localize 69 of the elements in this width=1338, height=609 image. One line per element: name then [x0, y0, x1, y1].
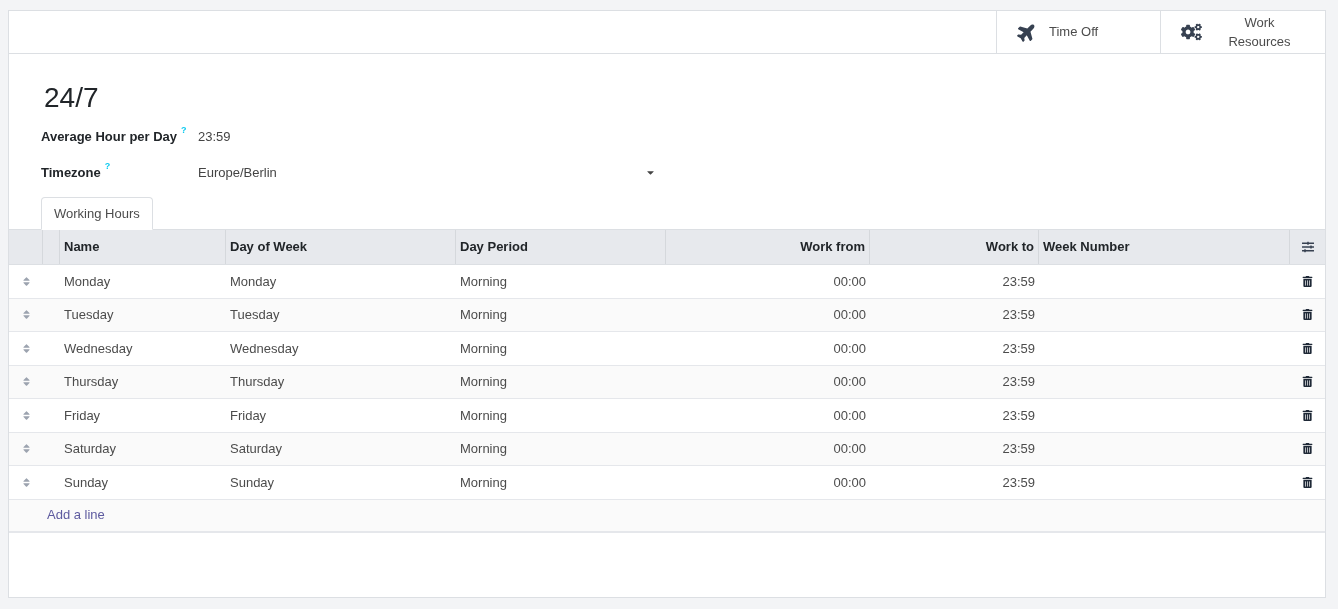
- table-cell-text: Morning: [459, 339, 508, 358]
- drag-handle-icon[interactable]: [20, 476, 32, 488]
- delete-icon[interactable]: [1301, 409, 1313, 421]
- column-header[interactable]: Work to: [870, 230, 1039, 264]
- table-row[interactable]: Saturday Saturday Morning 00:00 23:59: [9, 432, 1325, 466]
- column-header[interactable]: Day Period: [456, 230, 666, 264]
- table-cell-text: Morning: [459, 306, 508, 324]
- table-cell-text: Friday: [229, 406, 268, 425]
- table-cell-text: Sunday: [63, 473, 110, 492]
- table-cell-text: Wednesday: [63, 339, 134, 358]
- table-cell-text: Morning: [459, 373, 508, 391]
- tab[interactable]: Working Hours: [41, 197, 153, 230]
- table-cell-text: 00:00: [832, 272, 867, 291]
- table-cell-text: 23:59: [1001, 272, 1036, 291]
- table-cell-text: Morning: [459, 473, 508, 492]
- table-cell-text: 00:00: [832, 339, 867, 358]
- smart-button[interactable]: Work Resources: [1160, 11, 1325, 53]
- table-cell-text: Tuesday: [229, 306, 281, 324]
- table-cell-text: 23:59: [1001, 440, 1036, 458]
- table-cell-text: 00:00: [832, 406, 867, 425]
- table-cell-text: Saturday: [63, 440, 118, 458]
- gears-icon: [1181, 21, 1202, 43]
- table-cell-text: Sunday: [229, 473, 276, 492]
- delete-icon[interactable]: [1301, 342, 1313, 354]
- drag-handle-icon[interactable]: [20, 443, 32, 455]
- table-cell-text: Morning: [459, 272, 508, 291]
- add-line-link[interactable]: Add a line: [47, 505, 105, 525]
- field-value: 23:59: [198, 128, 231, 146]
- column-header[interactable]: Week Number: [1039, 230, 1289, 264]
- table-cell-text: 00:00: [832, 306, 867, 324]
- table-cell-text: Wednesday: [229, 339, 300, 358]
- table-cell-text: 23:59: [1001, 306, 1036, 324]
- table-cell-text: Saturday: [229, 440, 284, 458]
- column-header[interactable]: Day of Week: [226, 230, 456, 264]
- field-label: Average Hour per Day: [41, 128, 178, 146]
- drag-handle-icon[interactable]: [20, 409, 32, 421]
- record-title: 24/7: [44, 81, 100, 115]
- table-cell-text: Monday: [63, 272, 112, 291]
- table-cell-text: Thursday: [63, 373, 120, 391]
- field-label: Timezone: [41, 164, 101, 182]
- table-cell-text: Monday: [229, 272, 278, 291]
- table-cell-text: Tuesday: [63, 306, 115, 324]
- column-settings-icon[interactable]: [1301, 241, 1314, 253]
- delete-icon[interactable]: [1301, 309, 1313, 321]
- delete-icon[interactable]: [1301, 376, 1313, 388]
- delete-icon[interactable]: [1301, 476, 1313, 488]
- table-cell-text: 00:00: [832, 473, 867, 492]
- table-cell-text: 00:00: [832, 440, 867, 458]
- drag-handle-icon[interactable]: [20, 309, 32, 321]
- table-cell-text: Friday: [63, 406, 102, 425]
- column-header[interactable]: Name: [60, 230, 226, 264]
- smart-button[interactable]: Time Off: [996, 11, 1160, 53]
- delete-icon[interactable]: [1301, 275, 1313, 287]
- table-cell-text: Thursday: [229, 373, 286, 391]
- table-cell-text: 23:59: [1001, 473, 1036, 492]
- column-header[interactable]: Work from: [666, 230, 870, 264]
- table-cell-text: Morning: [459, 406, 508, 425]
- drag-handle-icon[interactable]: [20, 376, 32, 388]
- drag-handle-icon[interactable]: [20, 342, 32, 354]
- table-row[interactable]: Tuesday Tuesday Morning 00:00 23:59: [9, 298, 1325, 332]
- table-cell-text: 23:59: [1001, 339, 1036, 358]
- table-cell-text: 23:59: [1001, 373, 1036, 391]
- table-row[interactable]: Thursday Thursday Morning 00:00 23:59: [9, 365, 1325, 399]
- table-cell-text: 00:00: [832, 373, 867, 391]
- delete-icon[interactable]: [1301, 443, 1313, 455]
- table-cell-text: 23:59: [1001, 406, 1036, 425]
- timezone-select[interactable]: Europe/Berlin: [198, 163, 656, 183]
- drag-handle-icon[interactable]: [20, 275, 32, 287]
- table-cell-text: Morning: [459, 440, 508, 458]
